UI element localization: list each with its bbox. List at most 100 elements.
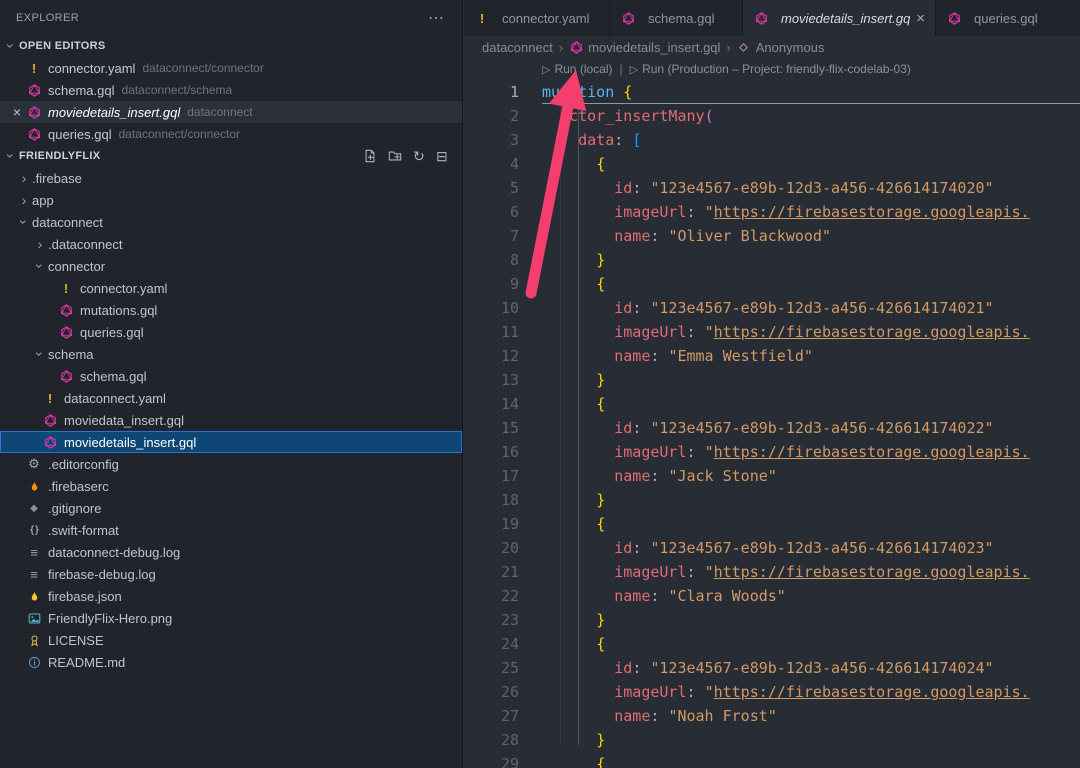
breadcrumb-item-file[interactable]: moviedetails_insert.gql [569,40,720,55]
breadcrumb-item-dataconnect[interactable]: dataconnect [482,40,553,55]
code-line-content[interactable]: { [542,512,1080,536]
code-line-content[interactable]: id: "123e4567-e89b-12d3-a456-42661417402… [542,656,1080,680]
code-line-content[interactable]: imageUrl: "https://firebasestorage.googl… [542,560,1080,584]
tree-item-connector-yaml[interactable]: !connector.yaml [0,277,462,299]
url-link[interactable]: https://firebasestorage.googleapis. [714,683,1030,701]
more-actions-icon[interactable]: ⋯ [428,8,444,28]
tree-item-friendlyflix-hero-png[interactable]: FriendlyFlix-Hero.png [0,607,462,629]
tree-item-mutations-gql[interactable]: mutations.gql [0,299,462,321]
code-line-content[interactable]: } [542,728,1080,752]
code-editor[interactable]: 1mutation {2 actor_insertMany(3 data: [4… [464,80,1080,768]
code-line: 25 id: "123e4567-e89b-12d3-a456-42661417… [464,656,1080,680]
url-link[interactable]: https://firebasestorage.googleapis. [714,203,1030,221]
collapse-all-icon[interactable]: ⊟ [436,148,448,165]
run-local-button[interactable]: ▷ Run (local) [542,62,613,76]
new-folder-icon[interactable] [388,149,402,163]
refresh-icon[interactable]: ↻ [413,148,425,165]
code-line-content[interactable]: data: [ [542,128,1080,152]
close-icon[interactable]: × [8,104,26,120]
close-icon[interactable]: × [916,10,925,27]
code-line-content[interactable]: id: "123e4567-e89b-12d3-a456-42661417402… [542,536,1080,560]
tree-item-schema[interactable]: ›schema [0,343,462,365]
tree-item-firebase[interactable]: ›.firebase [0,167,462,189]
code-line-content[interactable]: name: "Oliver Blackwood" [542,224,1080,248]
code-line-content[interactable]: id: "123e4567-e89b-12d3-a456-42661417402… [542,296,1080,320]
code-line-content[interactable]: { [542,272,1080,296]
code-line-content[interactable]: imageUrl: "https://firebasestorage.googl… [542,440,1080,464]
tab-schema-gql[interactable]: schema.gql [610,0,743,36]
tree-item-gitignore[interactable]: ◆.gitignore [0,497,462,519]
tree-item-dataconnect-yaml[interactable]: !dataconnect.yaml [0,387,462,409]
tree-item-connector[interactable]: ›connector [0,255,462,277]
code-line-content[interactable]: id: "123e4567-e89b-12d3-a456-42661417402… [542,176,1080,200]
flame-yellow-icon [26,588,42,604]
open-editor-item-schema-gql[interactable]: schema.gqldataconnect/schema [0,79,462,101]
file-name: schema.gql [48,83,114,98]
workspace-header[interactable]: › FRIENDLYFLIX ↻⊟ [0,145,462,167]
tree-item-swift-format[interactable]: {}.swift-format [0,519,462,541]
tree-item-dataconnect[interactable]: ›dataconnect [0,211,462,233]
tree-item-queries-gql[interactable]: queries.gql [0,321,462,343]
explorer-title: EXPLORER [16,12,79,24]
code-line-content[interactable]: mutation { [542,80,1080,104]
tab-moviedetails-insert-gql[interactable]: moviedetails_insert.gql× [743,0,936,36]
code-line-content[interactable]: { [542,632,1080,656]
tree-item-app[interactable]: ›app [0,189,462,211]
code-line: 14 { [464,392,1080,416]
tab-connector-yaml[interactable]: !connector.yaml [464,0,610,36]
tree-item-editorconfig[interactable]: ⚙.editorconfig [0,453,462,475]
code-line-content[interactable]: } [542,608,1080,632]
open-editor-item-connector-yaml[interactable]: !connector.yamldataconnect/connector [0,57,462,79]
code-line-content[interactable]: { [542,152,1080,176]
line-number: 10 [464,296,542,320]
new-file-icon[interactable] [363,149,377,163]
code-line-content[interactable]: imageUrl: "https://firebasestorage.googl… [542,200,1080,224]
code-line-content[interactable]: name: "Emma Westfield" [542,344,1080,368]
tree-item-dataconnect-debug-log[interactable]: ≡dataconnect-debug.log [0,541,462,563]
code-line-content[interactable]: imageUrl: "https://firebasestorage.googl… [542,320,1080,344]
tab-queries-gql[interactable]: queries.gql [936,0,1080,36]
breadcrumb-label: moviedetails_insert.gql [588,40,720,55]
code-line-content[interactable]: imageUrl: "https://firebasestorage.googl… [542,680,1080,704]
tree-item-schema-gql[interactable]: schema.gql [0,365,462,387]
url-link[interactable]: https://firebasestorage.googleapis. [714,323,1030,341]
open-editor-item-moviedetails-insert-gql[interactable]: ×moviedetails_insert.gqldataconnect [0,101,462,123]
code-line-content[interactable]: } [542,248,1080,272]
breadcrumb-item-symbol[interactable]: Anonymous [737,40,825,55]
code-line-content[interactable]: name: "Noah Frost" [542,704,1080,728]
graphql-icon [42,412,58,428]
line-number: 19 [464,512,542,536]
code-line-content[interactable]: actor_insertMany( [542,104,1080,128]
open-editor-item-queries-gql[interactable]: queries.gqldataconnect/connector [0,123,462,145]
code-line-content[interactable]: { [542,752,1080,768]
tree-item-firebaserc[interactable]: .firebaserc [0,475,462,497]
url-link[interactable]: https://firebasestorage.googleapis. [714,443,1030,461]
line-number: 23 [464,608,542,632]
file-name: .firebaserc [48,479,109,494]
code-line-content[interactable]: { [542,392,1080,416]
run-production-button[interactable]: ▷ Run (Production – Project: friendly-fl… [630,62,911,76]
line-number: 24 [464,632,542,656]
tree-item-moviedata-insert-gql[interactable]: moviedata_insert.gql [0,409,462,431]
symbol-icon [737,40,751,54]
line-number: 15 [464,416,542,440]
tree-item-dataconnect[interactable]: ›.dataconnect [0,233,462,255]
code-line-content[interactable]: id: "123e4567-e89b-12d3-a456-42661417402… [542,416,1080,440]
license-icon [26,632,42,648]
code-line-content[interactable]: name: "Clara Woods" [542,584,1080,608]
folder-name: app [32,193,54,208]
open-editors-header[interactable]: › OPEN EDITORS [0,35,462,57]
file-name: queries.gql [48,127,112,142]
tab-bar: !connector.yamlschema.gqlmoviedetails_in… [464,0,1080,36]
tree-item-readme-md[interactable]: README.md [0,651,462,673]
tree-item-moviedetails-insert-gql[interactable]: moviedetails_insert.gql [0,431,462,453]
code-line-content[interactable]: } [542,488,1080,512]
code-line-content[interactable]: } [542,368,1080,392]
tree-item-firebase-debug-log[interactable]: ≡firebase-debug.log [0,563,462,585]
code-line: 11 imageUrl: "https://firebasestorage.go… [464,320,1080,344]
code-line-content[interactable]: name: "Jack Stone" [542,464,1080,488]
log-icon: ≡ [26,544,42,560]
url-link[interactable]: https://firebasestorage.googleapis. [714,563,1030,581]
tree-item-license[interactable]: LICENSE [0,629,462,651]
tree-item-firebase-json[interactable]: firebase.json [0,585,462,607]
